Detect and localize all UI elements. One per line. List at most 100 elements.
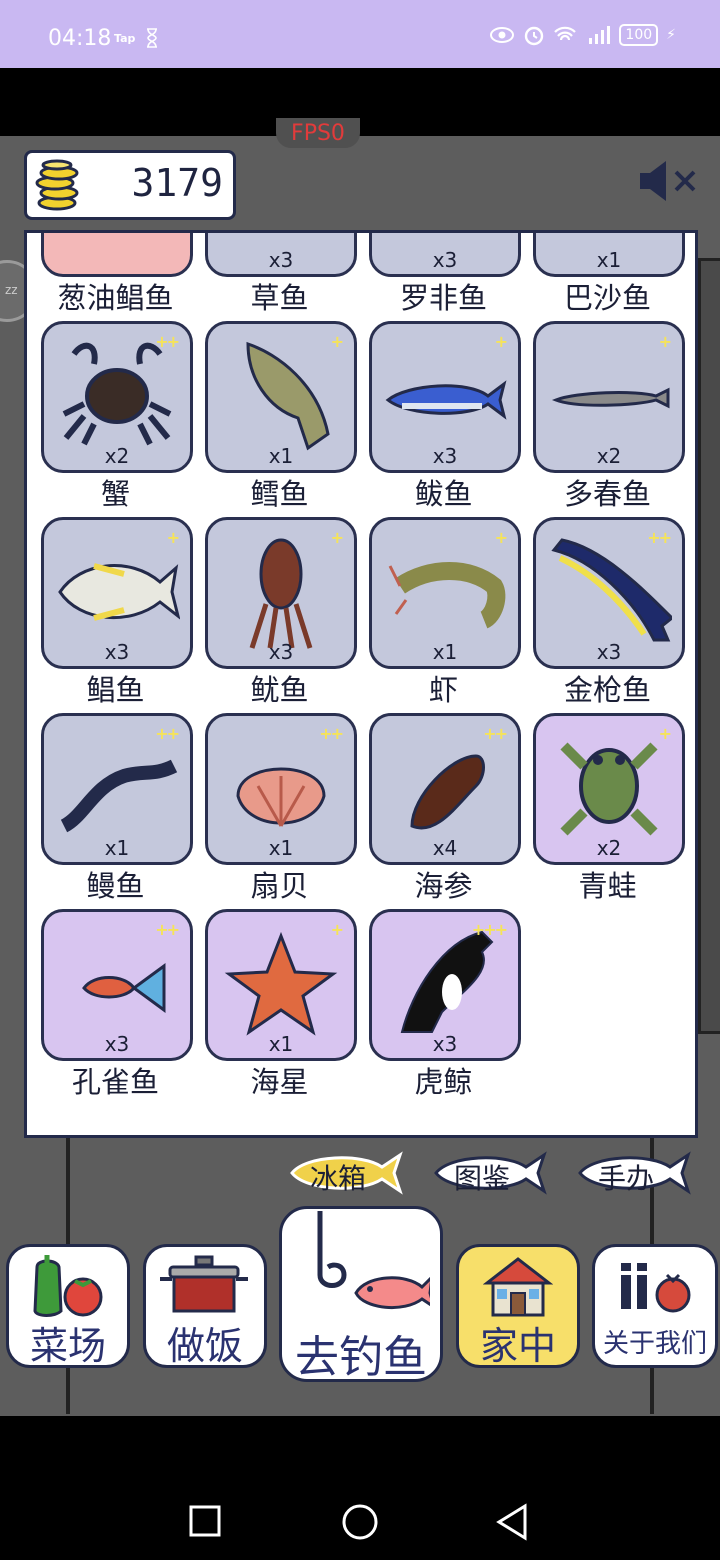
- inventory-item[interactable]: + x1 鳕鱼: [205, 321, 357, 517]
- inventory-item[interactable]: x3 草鱼: [205, 233, 357, 321]
- rarity-stars: +: [166, 528, 180, 547]
- tab-guide-label: 图鉴: [454, 1162, 511, 1195]
- item-name: 罗非鱼: [399, 281, 487, 315]
- status-bar: 04:18 Tap 100 ⚡: [0, 0, 720, 68]
- battery-indicator: 100: [619, 24, 659, 46]
- item-tile[interactable]: ++ x1: [41, 713, 193, 865]
- inventory-item[interactable]: + x3 鲅鱼: [369, 321, 521, 517]
- home-circle-icon[interactable]: [340, 1502, 380, 1542]
- rarity-stars: +: [330, 332, 344, 351]
- frog-icon: [560, 742, 658, 836]
- item-quantity: x1: [268, 444, 294, 468]
- hourglass-icon: [147, 28, 157, 48]
- zz-icon: zz: [5, 283, 18, 297]
- inventory-item[interactable]: 葱油鲳鱼: [41, 233, 193, 321]
- tab-figures[interactable]: 手办: [576, 1150, 700, 1196]
- inventory-item[interactable]: +++ x3 虎鲸: [369, 909, 521, 1105]
- nav-fishing-button[interactable]: 去钓鱼: [279, 1206, 443, 1383]
- inventory-item[interactable]: + x1 虾: [369, 517, 521, 713]
- item-tile[interactable]: ++ x3: [533, 517, 685, 669]
- rarity-stars: ++: [155, 332, 180, 351]
- recent-apps-icon[interactable]: [188, 1504, 224, 1540]
- sound-muted-icon[interactable]: [636, 156, 698, 206]
- back-triangle-icon[interactable]: [494, 1502, 530, 1542]
- item-name: 虎鲸: [414, 1065, 473, 1099]
- item-tile[interactable]: + x2: [533, 713, 685, 865]
- nav-cook-button[interactable]: 做饭: [143, 1244, 267, 1368]
- nav-home-button[interactable]: 家中: [456, 1244, 580, 1368]
- inventory-item[interactable]: ++ x1 鳗鱼: [41, 713, 193, 909]
- inventory-item[interactable]: ++ x1 扇贝: [205, 713, 357, 909]
- nav-cook-label: 做饭: [166, 1324, 243, 1368]
- inventory-item[interactable]: x3 罗非鱼: [369, 233, 521, 321]
- nav-about-label: 关于我们: [602, 1329, 707, 1359]
- rarity-stars: ++: [155, 920, 180, 939]
- item-quantity: x3: [104, 640, 130, 664]
- item-tile[interactable]: x1: [533, 233, 685, 277]
- rarity-stars: ++: [483, 724, 508, 743]
- fridge-inventory-panel[interactable]: 葱油鲳鱼 x3 草鱼 x3 罗非鱼 x1 巴沙鱼 ++ x2 蟹 + x1 鳕鱼 + x3 鲅鱼 + x2 多春鱼 +…: [24, 230, 698, 1138]
- item-tile[interactable]: ++ x2: [41, 321, 193, 473]
- inventory-item[interactable]: ++ x2 蟹: [41, 321, 193, 517]
- item-tile[interactable]: ++ x1: [205, 713, 357, 865]
- nav-fishing-label: 去钓鱼: [295, 1332, 427, 1383]
- item-tile[interactable]: + x1: [205, 321, 357, 473]
- item-quantity: x3: [432, 1032, 458, 1056]
- coin-value: 3179: [131, 161, 223, 205]
- item-quantity: x3: [432, 444, 458, 468]
- rarity-stars: +: [330, 920, 344, 939]
- alarm-icon: [525, 26, 544, 46]
- item-tile[interactable]: + x1: [205, 909, 357, 1061]
- house-icon: [483, 1257, 553, 1317]
- inventory-item[interactable]: + x1 海星: [205, 909, 357, 1105]
- inventory-item[interactable]: ++ x4 海参: [369, 713, 521, 909]
- inventory-item[interactable]: x1 巴沙鱼: [533, 233, 685, 321]
- nav-market-button[interactable]: 菜场: [6, 1244, 130, 1368]
- inventory-item[interactable]: + x2 青蛙: [533, 713, 685, 909]
- nav-home-label: 家中: [479, 1324, 556, 1368]
- item-name: 鲳鱼: [86, 673, 145, 707]
- pomfret-icon: [58, 563, 180, 621]
- item-name: 青蛙: [578, 869, 637, 903]
- item-tile[interactable]: + x3: [369, 321, 521, 473]
- item-tile[interactable]: + x1: [369, 517, 521, 669]
- item-tile[interactable]: ++ x4: [369, 713, 521, 865]
- item-quantity: x3: [268, 248, 294, 272]
- fps-counter: FPS0: [276, 118, 360, 148]
- coin-counter: 3179: [24, 150, 236, 220]
- inventory-item[interactable]: ++ x3 孔雀鱼: [41, 909, 193, 1105]
- item-tile[interactable]: ++ x3: [41, 909, 193, 1061]
- rarity-stars: ++: [319, 724, 344, 743]
- inventory-item[interactable]: + x2 多春鱼: [533, 321, 685, 517]
- tab-guide[interactable]: 图鉴: [432, 1150, 556, 1196]
- item-quantity: x3: [104, 1032, 130, 1056]
- item-tile[interactable]: + x3: [205, 517, 357, 669]
- item-tile[interactable]: x3: [205, 233, 357, 277]
- rarity-stars: +: [658, 332, 672, 351]
- item-name: 鳕鱼: [250, 477, 309, 511]
- capelin-icon: [551, 387, 670, 409]
- eye-icon: [490, 27, 515, 43]
- charging-icon: ⚡: [666, 27, 676, 43]
- tab-fridge[interactable]: 冰箱: [288, 1150, 412, 1196]
- inventory-item[interactable]: + x3 鲳鱼: [41, 517, 193, 713]
- tab-figures-label: 手办: [598, 1162, 655, 1195]
- item-tile[interactable]: +++ x3: [369, 909, 521, 1061]
- fishing-hook-icon: [317, 1211, 430, 1310]
- item-tile[interactable]: + x2: [533, 321, 685, 473]
- coin-stack-icon: [35, 159, 79, 211]
- tuna-icon: [551, 538, 672, 642]
- inventory-item[interactable]: ++ x3 金枪鱼: [533, 517, 685, 713]
- item-name: 蟹: [100, 477, 130, 511]
- item-quantity: x4: [432, 836, 458, 860]
- item-tile[interactable]: [41, 233, 193, 277]
- item-name: 巴沙鱼: [563, 281, 651, 315]
- nav-about-button[interactable]: 关于我们: [592, 1244, 718, 1368]
- inventory-item[interactable]: + x3 鱿鱼: [205, 517, 357, 713]
- mackerel-icon: [385, 380, 507, 420]
- item-name: 扇贝: [250, 869, 309, 903]
- item-name: 金枪鱼: [563, 673, 651, 707]
- item-tile[interactable]: + x3: [41, 517, 193, 669]
- item-tile[interactable]: x3: [369, 233, 521, 277]
- sea-cucumber-icon: [410, 754, 485, 830]
